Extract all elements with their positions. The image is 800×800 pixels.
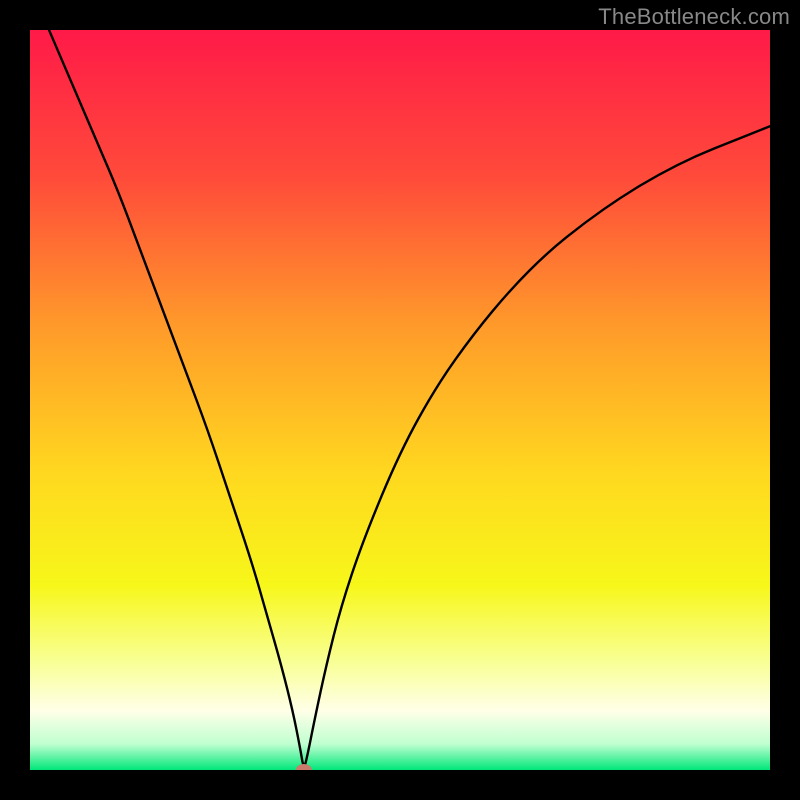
- chart-svg: [30, 30, 770, 770]
- gradient-background: [30, 30, 770, 770]
- plot-area: [30, 30, 770, 770]
- watermark-text: TheBottleneck.com: [598, 4, 790, 30]
- chart-frame: TheBottleneck.com: [0, 0, 800, 800]
